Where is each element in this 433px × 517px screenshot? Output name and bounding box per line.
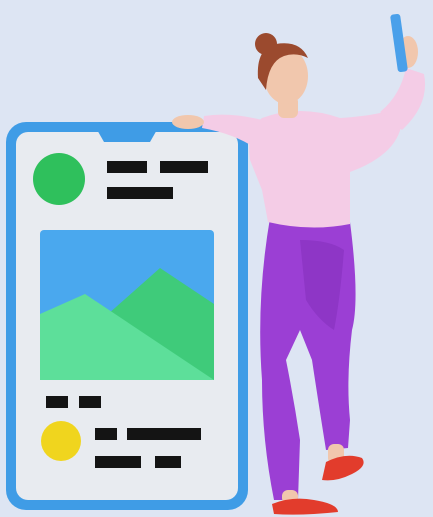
landscape-image-icon — [40, 230, 214, 380]
sweater — [249, 110, 402, 228]
text-bar — [107, 187, 173, 199]
text-bar — [107, 161, 147, 173]
text-bar — [46, 396, 68, 408]
illustration-svg — [6, 13, 426, 515]
avatar-circle-icon — [41, 421, 81, 461]
shoe — [272, 498, 338, 515]
hair-bun — [255, 33, 277, 55]
avatar-circle-icon — [33, 153, 85, 205]
illustration-scene — [0, 0, 433, 517]
phone-mockup — [6, 122, 248, 510]
text-bar — [95, 428, 117, 440]
text-bar — [79, 396, 101, 408]
left-hand — [172, 115, 204, 129]
text-bar — [127, 428, 201, 440]
phone-notch — [96, 128, 158, 142]
text-bar — [160, 161, 208, 173]
text-bar — [95, 456, 141, 468]
text-bar — [155, 456, 181, 468]
